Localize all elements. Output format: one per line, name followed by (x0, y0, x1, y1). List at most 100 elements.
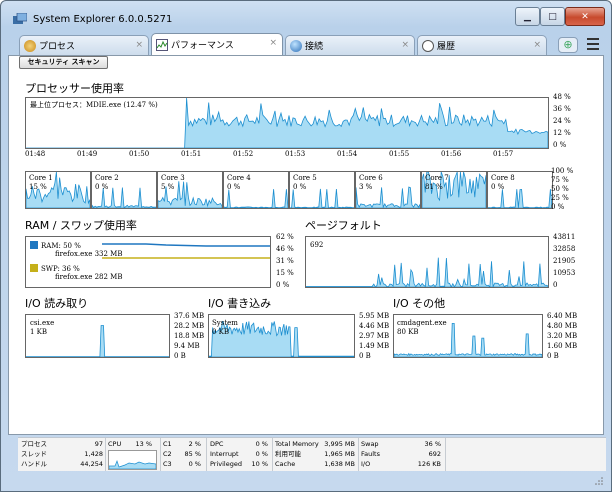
x-tick-label: 01:53 (285, 150, 306, 158)
y-tick-label: 0 (553, 281, 558, 289)
x-tick-label: 01:49 (77, 150, 98, 158)
x-tick-label: 01:57 (493, 150, 514, 158)
y-tick-label: 4.46 MB (359, 322, 390, 330)
y-tick-label: 75 % (551, 176, 569, 184)
tab-performance[interactable]: パフォーマンス × (151, 33, 283, 55)
cpu-usage-title: プロセッサー使用率 (25, 82, 124, 95)
tab-label: 接続 (305, 42, 324, 52)
y-tick-label: 9.4 MB (174, 342, 200, 350)
x-tick-label: 01:56 (441, 150, 462, 158)
menu-icon[interactable] (587, 38, 599, 50)
status-row: DPC 0 % (210, 440, 268, 448)
status-swap-io: Swap 36 % Faults 692 I/O 126 KB (361, 439, 441, 469)
status-row: Faults 692 (361, 450, 441, 458)
tab-bar: プロセス × パフォーマンス × 接続 × 履歴 × ⊕ (9, 33, 603, 55)
security-scan-button[interactable]: セキュリティ スキャン (19, 56, 108, 69)
status-process-stats: プロセス 97 スレッド 1,428 ハンドル 44,254 (21, 439, 103, 469)
status-cstates: C1 2 % C2 85 % C3 0 % (163, 439, 201, 469)
status-row: プロセス 97 (21, 440, 103, 448)
close-tab-icon[interactable]: × (401, 40, 409, 50)
maximize-icon: □ (548, 11, 557, 22)
x-tick-label: 01:54 (337, 150, 358, 158)
io-write-title: I/O 書き込み (208, 297, 272, 310)
y-tick-label: 18.8 MB (174, 332, 205, 340)
page-faults-current: 692 (310, 241, 324, 249)
status-cpu: CPU 13 % (108, 440, 152, 448)
y-tick-label: 2.97 MB (359, 332, 390, 340)
core-label: Core 20 % (95, 174, 119, 191)
y-tick-label: 36 % (553, 105, 571, 113)
y-tick-label: 4.80 MB (547, 322, 578, 330)
status-memory: Total Memory 3,995 MB 利用可能 1,965 MB Cache 1,6… (275, 439, 355, 469)
swap-color-swatch (30, 264, 38, 272)
x-tick-label: 01:52 (233, 150, 254, 158)
y-tick-label: 0 B (547, 352, 559, 360)
y-tick-label: 31 % (276, 257, 294, 265)
close-tab-icon[interactable]: × (269, 38, 277, 48)
close-tab-icon[interactable]: × (135, 40, 143, 50)
y-tick-label: 5.95 MB (359, 312, 390, 320)
core-label: Core 1 15 % (29, 174, 53, 191)
y-tick-label: 3.20 MB (547, 332, 578, 340)
y-tick-label: 62 % (276, 233, 294, 241)
main-window: System Explorer 6.0.0.5271 ▁ □ ✕ プロセス × … (0, 0, 612, 492)
x-tick-label: 01:48 (25, 150, 46, 158)
page-faults-graph (305, 236, 549, 288)
y-tick-label: 0 % (276, 281, 290, 289)
status-row: I/O 126 KB (361, 460, 441, 468)
y-tick-label: 6.40 MB (547, 312, 578, 320)
y-tick-label: 12 % (553, 129, 571, 137)
ram-color-swatch (30, 241, 38, 249)
tab-connections[interactable]: 接続 × (285, 35, 415, 55)
minimize-button[interactable]: ▁ (515, 7, 540, 26)
y-tick-label: 48 % (553, 93, 571, 101)
core-label: Core 63 % (359, 174, 383, 191)
x-tick-label: 01:51 (181, 150, 202, 158)
io-read-process: csi.exe 1 KB (30, 319, 55, 336)
y-tick-label: 1.49 MB (359, 342, 390, 350)
new-tab-button[interactable]: ⊕ (558, 37, 578, 53)
ram-line (102, 243, 270, 247)
y-tick-label: 1.60 MB (547, 342, 578, 350)
add-tab-icon: ⊕ (563, 38, 573, 51)
performance-icon (156, 38, 168, 51)
status-row: C2 85 % (163, 450, 201, 458)
tab-history[interactable]: 履歴 × (417, 35, 547, 55)
y-tick-label: 28.2 MB (174, 322, 205, 330)
y-tick-label: 37.6 MB (174, 312, 205, 320)
y-tick-label: 0 B (359, 352, 371, 360)
io-other-process: cmdagent.exe 80 KB (397, 319, 447, 336)
close-icon: ✕ (581, 11, 589, 22)
tab-label: パフォーマンス (171, 41, 234, 51)
io-read-title: I/O 読み取り (25, 297, 89, 310)
maximize-button[interactable]: □ (540, 7, 565, 26)
io-other-title: I/O その他 (393, 297, 446, 310)
status-row: Swap 36 % (361, 440, 441, 448)
app-icon (13, 13, 27, 24)
minimize-icon: ▁ (524, 11, 531, 22)
graph-area (306, 257, 548, 287)
close-tab-icon[interactable]: × (533, 40, 541, 50)
core-label: Core 40 % (227, 174, 251, 191)
status-row: C1 2 % (163, 440, 201, 448)
x-tick-label: 01:50 (129, 150, 150, 158)
x-tick-label: 01:55 (389, 150, 410, 158)
y-tick-label: 24 % (553, 117, 571, 125)
ram-top-process: firefox.exe 332 MB (55, 250, 123, 258)
title-bar[interactable]: System Explorer 6.0.0.5271 ▁ □ ✕ (1, 1, 611, 31)
y-tick-label: 43811 (553, 233, 576, 241)
status-row: 利用可能 1,965 MB (275, 450, 355, 458)
status-row: Interrupt 0 % (210, 450, 268, 458)
status-row: C3 0 % (163, 460, 201, 468)
close-button[interactable]: ✕ (565, 7, 605, 26)
window-title: System Explorer 6.0.0.5271 (33, 14, 173, 25)
tab-processes[interactable]: プロセス × (19, 35, 149, 55)
core-label: Core 80 % (491, 174, 515, 191)
status-cpu-graph (108, 450, 157, 470)
ram-usage-title: RAM / スワップ使用率 (25, 219, 137, 232)
resize-grip-icon[interactable] (595, 477, 603, 485)
y-tick-label: 50 % (551, 185, 569, 193)
core-label: Core 35 % (161, 174, 185, 191)
y-tick-label: 32858 (553, 245, 576, 253)
y-tick-label: 15 % (276, 269, 294, 277)
